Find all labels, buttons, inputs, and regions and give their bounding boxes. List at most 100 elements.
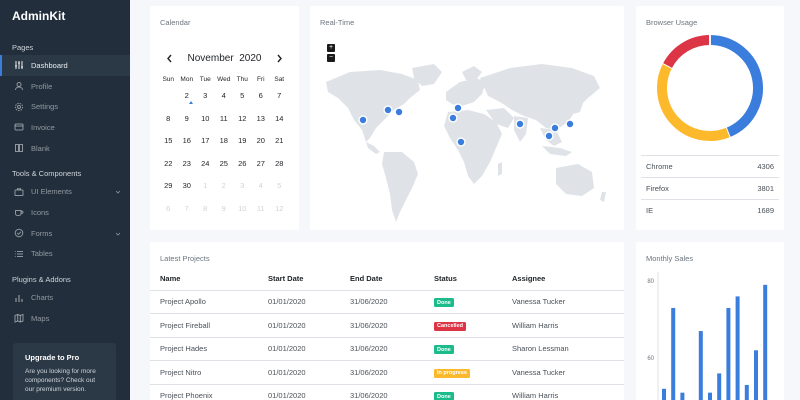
calendar-day[interactable]: 2 (178, 88, 197, 111)
map-marker[interactable] (395, 108, 403, 116)
table-row[interactable]: Project Hades 01/01/2020 31/06/2020 Done Sha… (150, 337, 624, 361)
end-date: 31/06/2020 (340, 337, 424, 361)
sidebar-item-forms[interactable]: Forms (0, 223, 130, 244)
calendar-day[interactable]: 11 (215, 111, 234, 134)
end-date: 31/06/2020 (340, 384, 424, 400)
column-header[interactable]: Start Date (258, 268, 340, 291)
sales-bar[interactable] (698, 331, 703, 400)
column-header[interactable]: Name (150, 268, 258, 291)
calendar-day[interactable]: 8 (196, 201, 215, 224)
table-row[interactable]: Project Phoenix 01/01/2020 31/06/2020 Done W… (150, 384, 624, 400)
calendar-day[interactable]: 29 (159, 178, 178, 201)
sidebar-item-icons[interactable]: Icons (0, 202, 130, 223)
calendar-day[interactable]: 10 (196, 111, 215, 134)
calendar-day[interactable]: 12 (233, 111, 252, 134)
calendar-day[interactable]: 19 (233, 133, 252, 156)
prev-month-button[interactable] (164, 52, 176, 64)
calendar-day[interactable]: 5 (270, 178, 289, 201)
sidebar-item-dashboard[interactable]: Dashboard (0, 55, 130, 76)
sales-bar[interactable] (708, 392, 712, 400)
calendar-day[interactable]: 7 (270, 88, 289, 111)
calendar-day[interactable]: 17 (196, 133, 215, 156)
status-badge: Done (434, 392, 454, 400)
map-marker[interactable] (545, 132, 553, 140)
column-header[interactable]: Status (424, 268, 502, 291)
sidebar-item-blank[interactable]: Blank (0, 138, 130, 159)
calendar-day[interactable]: 22 (159, 156, 178, 179)
map-marker[interactable] (457, 138, 465, 146)
calendar-day[interactable]: 6 (159, 201, 178, 224)
calendar-day[interactable]: 8 (159, 111, 178, 134)
map-marker[interactable] (359, 116, 367, 124)
calendar-day[interactable]: 18 (215, 133, 234, 156)
sales-bar[interactable] (671, 307, 676, 400)
calendar-day[interactable]: 20 (252, 133, 271, 156)
map-marker[interactable] (551, 124, 559, 132)
calendar-day[interactable]: 7 (178, 201, 197, 224)
sales-bar[interactable] (763, 284, 768, 400)
map-marker[interactable] (449, 114, 457, 122)
sidebar-item-tables[interactable]: Tables (0, 244, 130, 265)
sales-bar[interactable] (717, 373, 722, 400)
calendar-day[interactable]: 28 (270, 156, 289, 179)
calendar-day[interactable]: 10 (233, 201, 252, 224)
calendar-day[interactable]: 4 (252, 178, 271, 201)
map-marker[interactable] (566, 120, 574, 128)
donut-slice-chrome[interactable] (709, 35, 763, 138)
project-name: Project Hades (150, 337, 258, 361)
sales-bar[interactable] (735, 296, 740, 400)
sidebar-item-ui-elements[interactable]: UI Elements (0, 181, 130, 202)
map-marker[interactable] (384, 106, 392, 114)
calendar-day[interactable]: 25 (215, 156, 234, 179)
sidebar-item-charts[interactable]: Charts (0, 287, 130, 308)
calendar-day[interactable]: 23 (178, 156, 197, 179)
status-badge: Done (434, 298, 454, 307)
sales-bar[interactable] (726, 307, 731, 400)
sidebar-item-label: Maps (31, 313, 50, 323)
calendar-day[interactable]: 6 (252, 88, 271, 111)
table-row[interactable]: Project Nitro 01/01/2020 31/06/2020 In prog… (150, 360, 624, 385)
sales-bar[interactable] (662, 388, 666, 400)
realtime-card: Real-Time + − (310, 6, 624, 230)
calendar-day[interactable]: 24 (196, 156, 215, 179)
calendar-week-row: 15 16 17 18 19 20 21 (159, 133, 289, 156)
donut-slice-ie[interactable] (663, 35, 711, 69)
sales-bar[interactable] (754, 350, 758, 400)
sidebar-item-settings[interactable]: Settings (0, 96, 130, 117)
calendar-day[interactable]: 21 (270, 133, 289, 156)
calendar-day[interactable]: 5 (233, 88, 252, 111)
map-marker[interactable] (516, 120, 524, 128)
calendar-day[interactable]: 9 (178, 111, 197, 134)
calendar-day[interactable]: 1 (196, 178, 215, 201)
calendar-day[interactable]: 13 (252, 111, 271, 134)
calendar-day[interactable]: 2 (215, 178, 234, 201)
brand-logo[interactable]: AdminKit (0, 0, 130, 32)
sidebar-item-profile[interactable]: Profile (0, 76, 130, 97)
table-row[interactable]: Project Fireball 01/01/2020 31/06/2020 Canc… (150, 313, 624, 338)
sidebar-item-invoice[interactable]: Invoice (0, 117, 130, 138)
browser-usage-row: Chrome 4306 (641, 155, 779, 177)
calendar-day[interactable]: 14 (270, 111, 289, 134)
coffee-icon (14, 207, 24, 217)
donut-slice-firefox[interactable] (657, 63, 730, 141)
calendar-day[interactable]: 16 (178, 133, 197, 156)
column-header[interactable]: Assignee (502, 268, 624, 291)
calendar-day[interactable]: 30 (178, 178, 197, 201)
status-cell: Done (424, 384, 502, 400)
calendar-day[interactable]: 9 (215, 201, 234, 224)
sales-bar[interactable] (744, 384, 749, 400)
table-row[interactable]: Project Apollo 01/01/2020 31/06/2020 Done Va… (150, 290, 624, 314)
calendar-day[interactable]: 27 (252, 156, 271, 179)
next-month-button[interactable] (273, 52, 285, 64)
calendar-day[interactable]: 11 (252, 201, 271, 224)
calendar-day[interactable]: 3 (233, 178, 252, 201)
calendar-day[interactable]: 4 (215, 88, 234, 111)
calendar-day[interactable]: 3 (196, 88, 215, 111)
calendar-day[interactable]: 12 (270, 201, 289, 224)
sales-bar[interactable] (680, 392, 685, 400)
column-header[interactable]: End Date (340, 268, 424, 291)
sidebar-item-maps[interactable]: Maps (0, 308, 130, 329)
calendar-day[interactable]: 26 (233, 156, 252, 179)
calendar-day[interactable]: 15 (159, 133, 178, 156)
map-marker[interactable] (454, 104, 462, 112)
